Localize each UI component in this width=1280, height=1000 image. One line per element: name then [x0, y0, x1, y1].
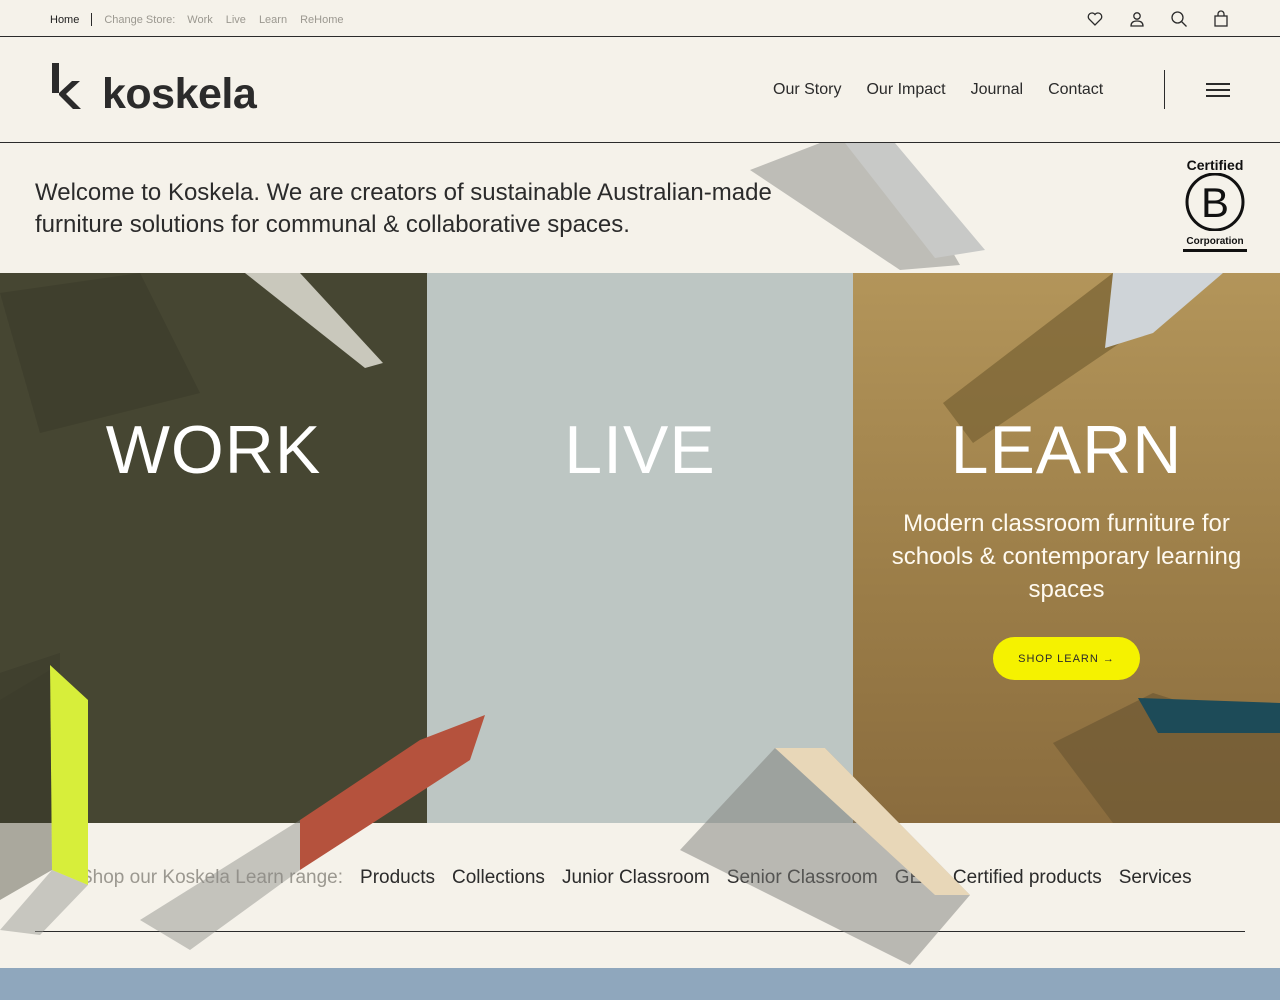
logo-wordmark: koskela — [102, 70, 257, 118]
search-icon[interactable] — [1170, 10, 1188, 28]
work-panel[interactable]: WORK — [0, 273, 427, 823]
bcorp-b-icon: B — [1183, 172, 1247, 236]
store-link-learn[interactable]: Learn — [259, 14, 287, 26]
store-link-rehome[interactable]: ReHome — [300, 14, 343, 26]
range-divider — [35, 931, 1245, 932]
learn-title: LEARN — [950, 412, 1183, 488]
range-links: Shop our Koskela Learn range: Products C… — [80, 867, 1192, 889]
range-link-geca-certified[interactable]: GECA Certified products — [895, 867, 1102, 889]
bcorp-badge: Certified B Corporation — [1183, 157, 1247, 252]
learn-panel[interactable]: LEARN Modern classroom furniture for sch… — [853, 273, 1280, 823]
range-link-collections[interactable]: Collections — [452, 867, 545, 889]
svg-text:B: B — [1201, 179, 1229, 226]
koskela-k-icon — [50, 63, 84, 116]
heart-icon[interactable] — [1086, 10, 1104, 28]
store-link-live[interactable]: Live — [226, 14, 246, 26]
top-utility-bar: Home Change Store: Work Live Learn ReHom… — [0, 0, 1280, 37]
nav-our-impact[interactable]: Our Impact — [866, 81, 945, 99]
header-divider — [1164, 70, 1165, 109]
logo[interactable]: koskela — [50, 63, 257, 118]
shop-learn-button[interactable]: SHOP LEARN → — [993, 637, 1140, 680]
home-link[interactable]: Home — [50, 14, 79, 26]
user-icon[interactable] — [1128, 10, 1146, 28]
range-link-products[interactable]: Products — [360, 867, 435, 889]
nav-journal[interactable]: Journal — [971, 81, 1023, 99]
learn-description: Modern classroom furniture for schools &… — [891, 510, 1242, 603]
welcome-text: Welcome to Koskela. We are creators of s… — [35, 179, 772, 238]
bottom-color-band — [0, 968, 1280, 1000]
range-link-junior-classroom[interactable]: Junior Classroom — [562, 867, 710, 889]
hamburger-menu-icon[interactable] — [1206, 83, 1230, 97]
main-header: koskela Our Story Our Impact Journal Con… — [0, 37, 1280, 143]
range-link-senior-classroom[interactable]: Senior Classroom — [727, 867, 878, 889]
range-bar: Shop our Koskela Learn range: Products C… — [0, 823, 1280, 968]
nav-contact[interactable]: Contact — [1048, 81, 1103, 99]
divider — [91, 13, 93, 26]
change-store-label: Change Store: — [104, 13, 176, 26]
range-label: Shop our Koskela Learn range: — [80, 867, 344, 888]
main-nav: Our Story Our Impact Journal Contact — [773, 81, 1103, 99]
live-panel[interactable]: LIVE — [427, 273, 853, 823]
store-switcher: Home Change Store: Work Live Learn ReHom… — [50, 13, 356, 26]
nav-our-story[interactable]: Our Story — [773, 81, 841, 99]
range-link-services[interactable]: Services — [1119, 867, 1192, 889]
work-title: WORK — [105, 412, 322, 488]
live-title: LIVE — [564, 412, 716, 488]
bcorp-certified-label: Certified — [1186, 157, 1244, 173]
utility-icons — [1086, 10, 1230, 28]
work-decor-sticks — [0, 273, 383, 823]
bcorp-corporation-label: Corporation — [1183, 236, 1247, 252]
cart-icon[interactable] — [1212, 10, 1230, 28]
store-link-work[interactable]: Work — [187, 14, 212, 26]
